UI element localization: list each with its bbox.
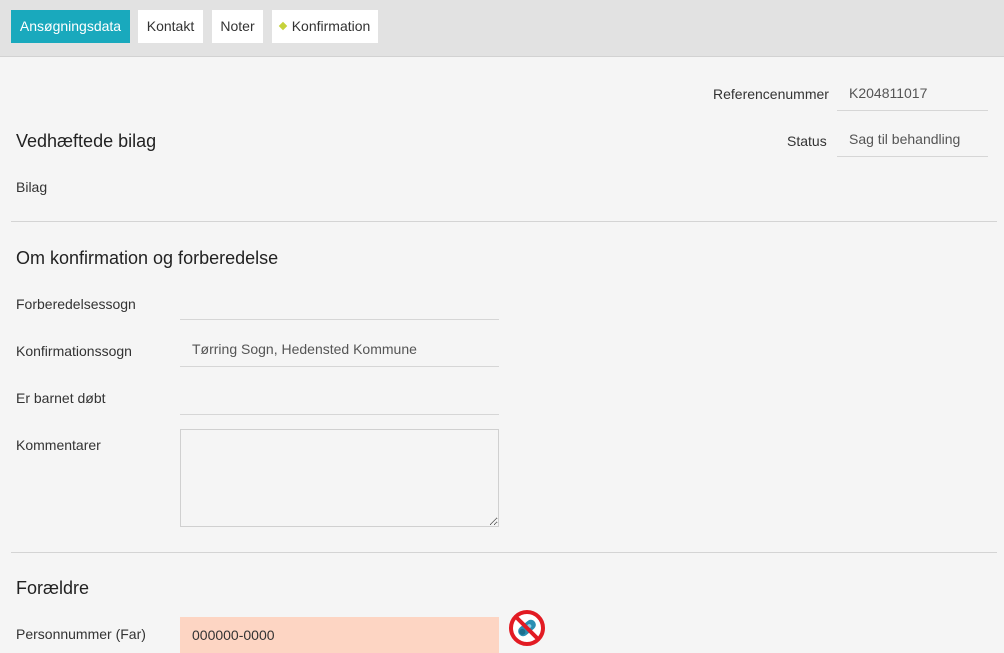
father-cpr-label: Personnummer (Far) xyxy=(16,626,146,642)
tab-label: Konfirmation xyxy=(291,18,371,34)
tab-konfirmation[interactable]: Konfirmation xyxy=(272,10,378,43)
reference-value: K204811017 xyxy=(837,75,988,111)
confirmation-heading: Om konfirmation og forberedelse xyxy=(16,248,279,268)
section-divider xyxy=(11,221,997,222)
tab-label: Noter xyxy=(220,18,255,34)
status-label: Status xyxy=(787,133,827,149)
attachments-heading: Vedhæftede bilag xyxy=(16,131,157,151)
bilag-label: Bilag xyxy=(16,179,48,195)
no-lookup-icon[interactable] xyxy=(508,609,546,647)
tab-ansoegningsdata[interactable]: Ansøgningsdata xyxy=(11,10,130,43)
tab-label: Ansøgningsdata xyxy=(19,18,122,34)
conf-parish-label: Konfirmationssogn xyxy=(16,343,132,359)
diamond-icon xyxy=(278,21,287,31)
prep-parish-label: Forberedelsessogn xyxy=(16,296,136,312)
tab-kontakt[interactable]: Kontakt xyxy=(138,10,203,43)
tab-bar: Ansøgningsdata Kontakt Noter Konfirmatio… xyxy=(0,0,1004,57)
father-cpr-input[interactable] xyxy=(180,617,499,653)
section-divider xyxy=(11,552,997,553)
parents-heading: Forældre xyxy=(16,578,90,598)
prep-parish-field[interactable] xyxy=(180,284,499,320)
comments-label: Kommentarer xyxy=(16,437,101,453)
comments-textarea[interactable] xyxy=(180,429,499,527)
baptized-field[interactable] xyxy=(180,379,499,415)
tab-noter[interactable]: Noter xyxy=(212,10,263,43)
status-value: Sag til behandling xyxy=(837,121,988,157)
baptized-label: Er barnet døbt xyxy=(16,390,106,406)
reference-label: Referencenummer xyxy=(713,86,829,102)
conf-parish-field[interactable]: Tørring Sogn, Hedensted Kommune xyxy=(180,331,499,367)
tab-label: Kontakt xyxy=(146,18,195,34)
